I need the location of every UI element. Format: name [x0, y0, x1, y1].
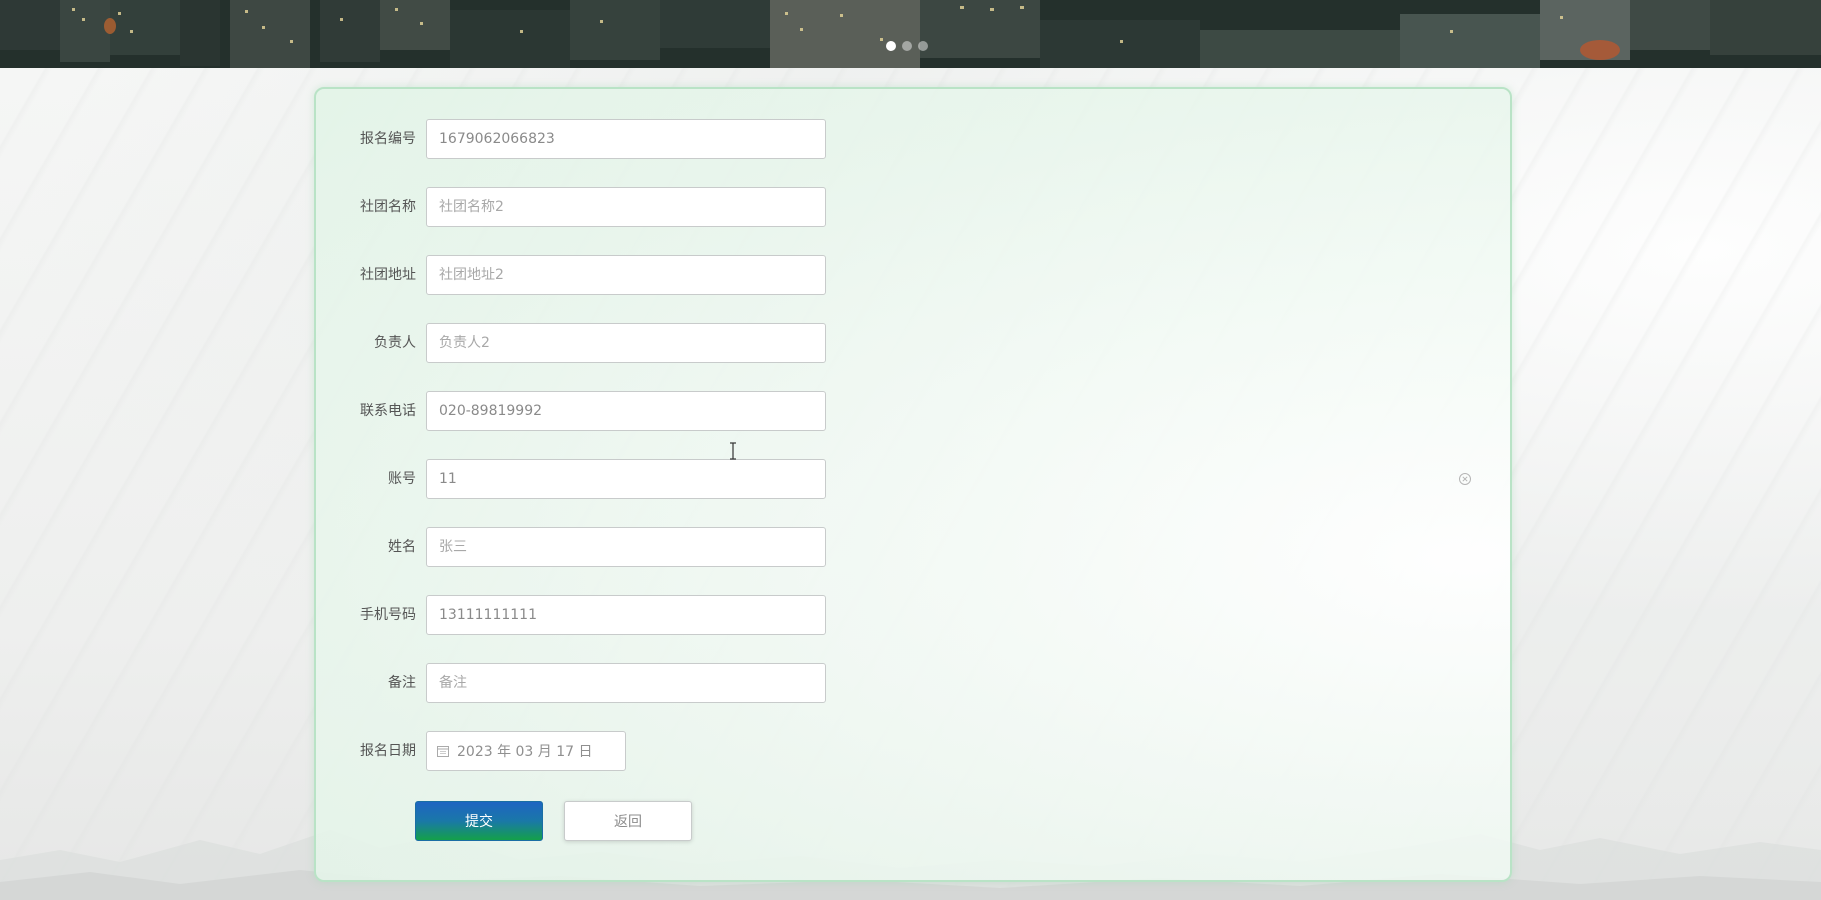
form-row-name: 姓名: [316, 527, 876, 567]
back-button[interactable]: 返回: [564, 801, 692, 841]
calendar-icon: [437, 746, 449, 757]
field-label: 联系电话: [360, 403, 416, 419]
registration-date-picker[interactable]: 2023 年 03 月 17 日: [426, 731, 626, 771]
form-row-registration-date: 报名日期 2023 年 03 月 17 日: [316, 731, 876, 771]
form-row-contact-phone: 联系电话: [316, 391, 876, 431]
club-name-input[interactable]: [426, 187, 826, 227]
page: 报名编号 社团名称 社团地址 负责人 联系电话 账号 姓名 手机: [0, 0, 1821, 900]
form-row-remarks: 备注: [316, 663, 876, 703]
top-banner: [0, 0, 1821, 68]
registration-number-input[interactable]: [426, 119, 826, 159]
circle-close-icon[interactable]: [1458, 472, 1472, 486]
name-input[interactable]: [426, 527, 826, 567]
form-row-mobile: 手机号码: [316, 595, 876, 635]
form-row-club-address: 社团地址: [316, 255, 876, 295]
field-label: 报名日期: [360, 743, 416, 759]
mobile-input[interactable]: [426, 595, 826, 635]
form-row-person-in-charge: 负责人: [316, 323, 876, 363]
field-label: 社团地址: [360, 267, 416, 283]
club-address-input[interactable]: [426, 255, 826, 295]
contact-phone-input[interactable]: [426, 391, 826, 431]
account-input[interactable]: [426, 459, 826, 499]
field-label: 报名编号: [360, 131, 416, 147]
text-cursor-icon: [730, 442, 736, 460]
form-actions: 提交 返回: [316, 801, 876, 841]
registration-form-card: 报名编号 社团名称 社团地址 负责人 联系电话 账号 姓名 手机: [314, 87, 1512, 882]
carousel-dot[interactable]: [886, 41, 896, 51]
field-label: 负责人: [374, 335, 416, 351]
field-label: 手机号码: [360, 607, 416, 623]
carousel-dot[interactable]: [902, 41, 912, 51]
carousel-dot[interactable]: [918, 41, 928, 51]
date-value: 2023 年 03 月 17 日: [457, 744, 593, 760]
remarks-input[interactable]: [426, 663, 826, 703]
field-label: 姓名: [388, 539, 416, 555]
city-skyline-image: [0, 0, 1821, 68]
form-row-registration-number: 报名编号: [316, 119, 876, 159]
submit-button[interactable]: 提交: [415, 801, 543, 841]
form-row-club-name: 社团名称: [316, 187, 876, 227]
field-label: 账号: [388, 471, 416, 487]
person-in-charge-input[interactable]: [426, 323, 826, 363]
carousel-indicator: [886, 41, 928, 51]
field-label: 备注: [388, 675, 416, 691]
form-row-account: 账号: [316, 459, 876, 499]
field-label: 社团名称: [360, 199, 416, 215]
